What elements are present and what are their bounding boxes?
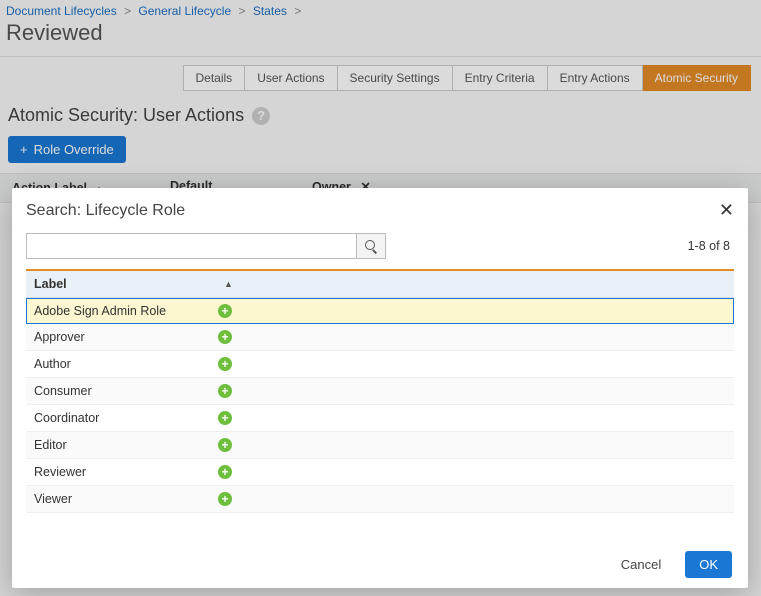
cancel-button[interactable]: Cancel xyxy=(615,556,667,573)
role-label: Coordinator xyxy=(34,411,218,425)
role-label: Reviewer xyxy=(34,465,218,479)
add-icon[interactable]: + xyxy=(218,384,232,398)
close-icon[interactable]: ✕ xyxy=(719,200,734,221)
role-list: Adobe Sign Admin Role + Approver + Autho… xyxy=(26,298,734,513)
ok-button[interactable]: OK xyxy=(685,551,732,578)
role-label: Editor xyxy=(34,438,218,452)
modal-list-header[interactable]: Label ▲ xyxy=(26,271,734,298)
search-input[interactable] xyxy=(26,233,356,259)
list-item[interactable]: Reviewer + xyxy=(26,459,734,486)
list-item[interactable]: Approver + xyxy=(26,324,734,351)
search-button[interactable] xyxy=(356,233,386,259)
search-role-modal: Search: Lifecycle Role ✕ 1-8 of 8 Label … xyxy=(12,188,748,588)
add-icon[interactable]: + xyxy=(218,304,232,318)
role-label: Adobe Sign Admin Role xyxy=(34,304,218,318)
add-icon[interactable]: + xyxy=(218,465,232,479)
add-icon[interactable]: + xyxy=(218,492,232,506)
results-count: 1-8 of 8 xyxy=(688,239,734,253)
modal-header: Search: Lifecycle Role ✕ xyxy=(12,188,748,229)
modal-search-row: 1-8 of 8 xyxy=(12,229,748,269)
list-item[interactable]: Editor + xyxy=(26,432,734,459)
search-icon xyxy=(365,240,377,252)
role-label: Approver xyxy=(34,330,218,344)
list-item[interactable]: Viewer + xyxy=(26,486,734,513)
add-icon[interactable]: + xyxy=(218,330,232,344)
list-item[interactable]: Adobe Sign Admin Role + xyxy=(26,298,734,324)
add-icon[interactable]: + xyxy=(218,357,232,371)
modal-footer: Cancel OK xyxy=(12,541,748,588)
list-item[interactable]: Author + xyxy=(26,351,734,378)
sort-asc-icon: ▲ xyxy=(224,279,233,289)
list-item[interactable]: Coordinator + xyxy=(26,405,734,432)
add-icon[interactable]: + xyxy=(218,411,232,425)
role-label: Author xyxy=(34,357,218,371)
add-icon[interactable]: + xyxy=(218,438,232,452)
label-column-header: Label xyxy=(34,277,224,291)
role-label: Consumer xyxy=(34,384,218,398)
list-item[interactable]: Consumer + xyxy=(26,378,734,405)
role-label: Viewer xyxy=(34,492,218,506)
modal-title: Search: Lifecycle Role xyxy=(26,202,185,220)
search-wrap xyxy=(26,233,386,259)
